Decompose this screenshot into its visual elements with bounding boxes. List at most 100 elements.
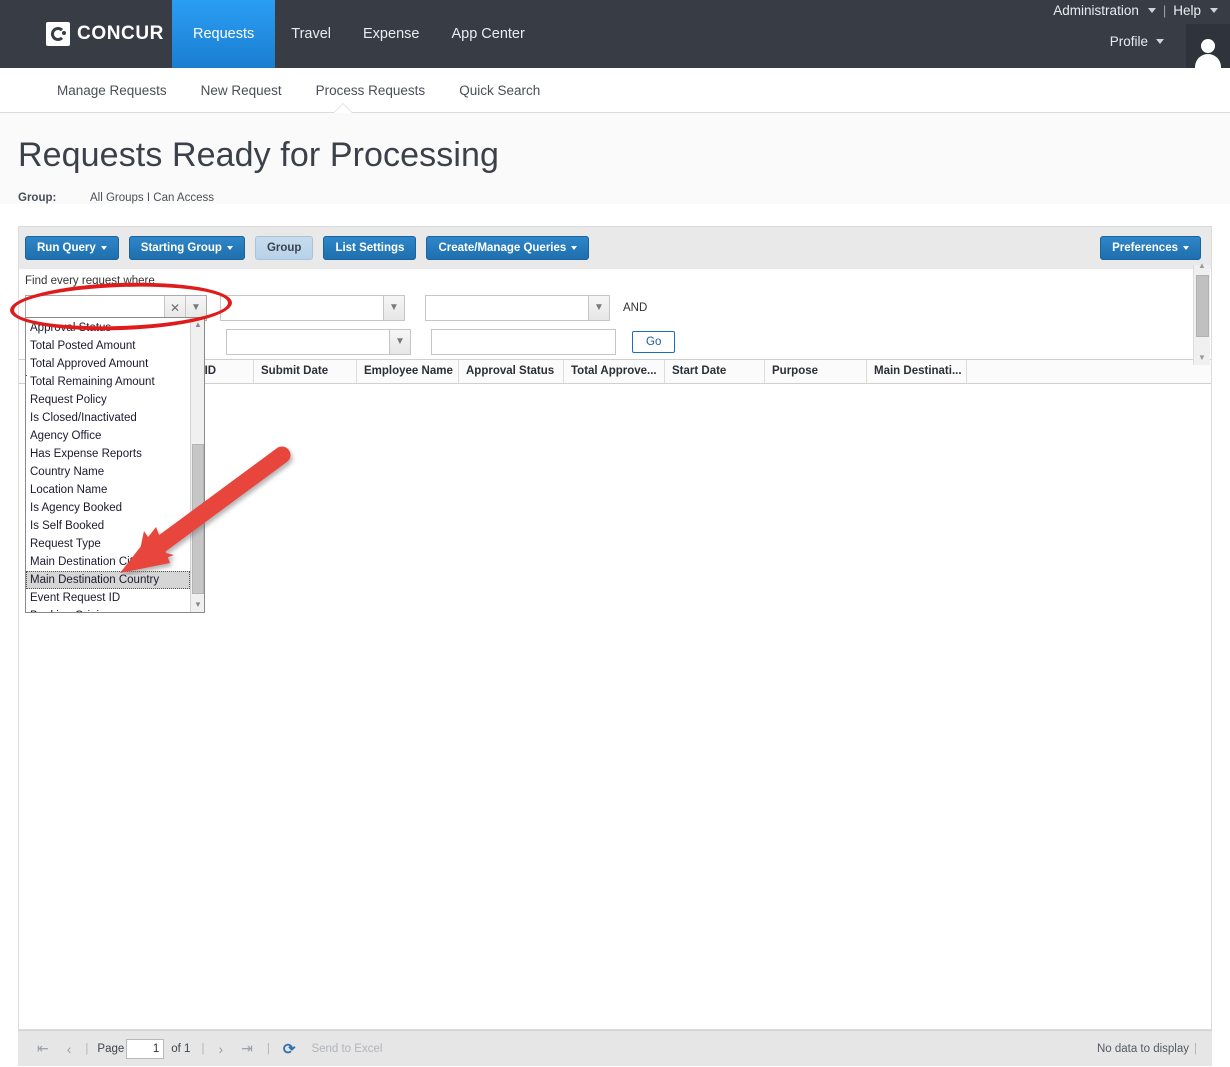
page-count-label: of 1 [171, 1042, 191, 1055]
scroll-down-arrow-icon[interactable]: ▼ [1194, 351, 1210, 365]
top-right-controls: Administration | Help Profile [960, 0, 1230, 71]
filter-operator-dropdown-button[interactable]: ▼ [383, 295, 404, 320]
group-value: All Groups I Can Access [90, 191, 214, 204]
nav-tab-requests[interactable]: Requests [172, 0, 276, 68]
group-button[interactable]: Group [254, 235, 314, 260]
pagination-footer: ⇤ ‹ | Page of 1 | › ⇥ | ⟳ Send to Excel … [18, 1030, 1212, 1066]
admin-help-row: Administration | Help [1053, 3, 1218, 18]
find-every-request-label: Find every request where [25, 274, 155, 287]
group-label: Group: [18, 191, 57, 204]
primary-nav-tabs: Requests Travel Expense App Center [172, 0, 541, 68]
dropdown-option-approval-status[interactable]: Approval Status [26, 319, 190, 337]
active-tab-pointer [334, 104, 352, 113]
go-button[interactable]: Go [632, 330, 676, 353]
scroll-down-arrow-icon[interactable]: ▼ [191, 597, 204, 612]
dropdown-option-booking-origin[interactable]: Booking Origin [26, 607, 190, 612]
divider: | [1194, 1042, 1197, 1055]
divider: | [201, 1042, 205, 1055]
send-to-excel-link[interactable]: Send to Excel [303, 1043, 382, 1055]
filter-criteria-dropdown-button[interactable]: ▼ [588, 295, 609, 320]
page-label: Page [97, 1042, 125, 1055]
top-navigation-bar: CONCUR Requests Travel Expense App Cente… [0, 0, 1230, 71]
nav-tab-app-center[interactable]: App Center [435, 0, 540, 68]
chevron-down-icon [571, 245, 578, 250]
subnav-item-process-requests[interactable]: Process Requests [299, 68, 443, 113]
dropdown-option-request-policy[interactable]: Request Policy [26, 391, 190, 409]
grid-column-submit-date[interactable]: Submit Date [254, 359, 357, 383]
nav-tab-travel[interactable]: Travel [275, 0, 347, 68]
grid-column-main-destination[interactable]: Main Destinati... [867, 359, 967, 383]
administration-menu[interactable]: Administration [1053, 3, 1139, 18]
dropdown-option-request-type[interactable]: Request Type [26, 535, 190, 553]
grid-status-text: No data to display [1096, 1042, 1189, 1055]
filter-field-dropdown-list[interactable]: Approval Status Total Posted Amount Tota… [25, 316, 205, 613]
chevron-down-icon[interactable] [1156, 39, 1164, 44]
create-manage-queries-button[interactable]: Create/Manage Queries [426, 235, 590, 260]
subnav-item-new-request[interactable]: New Request [184, 68, 299, 113]
next-page-icon[interactable]: › [209, 1041, 232, 1057]
dropdown-option-agency-office[interactable]: Agency Office [26, 427, 190, 445]
dropdown-option-total-posted-amount[interactable]: Total Posted Amount [26, 337, 190, 355]
dropdown-option-main-destination-city[interactable]: Main Destination City [26, 553, 190, 571]
grid-column-start-date[interactable]: Start Date [665, 359, 765, 383]
first-page-icon[interactable]: ⇤ [28, 1040, 58, 1057]
filter-operator-2-dropdown-button[interactable]: ▼ [389, 329, 410, 354]
refresh-icon[interactable]: ⟳ [275, 1040, 304, 1058]
dropdown-option-total-remaining-amount[interactable]: Total Remaining Amount [26, 373, 190, 391]
dropdown-option-location-name[interactable]: Location Name [26, 481, 190, 499]
filter-operator-input[interactable] [221, 295, 383, 320]
preferences-button[interactable]: Preferences [1100, 235, 1201, 260]
dropdown-scrollbar[interactable]: ▲ ▼ [190, 317, 204, 612]
run-query-button[interactable]: Run Query [25, 235, 119, 260]
user-avatar-icon [1193, 36, 1223, 71]
filter-area: Find every request where ✕ ▼ ▼ ▼ AND ▼ G… [19, 268, 1211, 613]
chevron-down-icon: ▼ [389, 301, 399, 313]
concur-logo[interactable]: CONCUR [0, 0, 164, 68]
filter-operator-input-2[interactable] [227, 329, 389, 354]
chevron-down-icon [226, 245, 233, 250]
dropdown-option-main-destination-country[interactable]: Main Destination Country [26, 570, 190, 589]
grid-column-approval-status[interactable]: Approval Status [459, 359, 564, 383]
divider: | [266, 1042, 270, 1055]
last-page-icon[interactable]: ⇥ [232, 1040, 262, 1057]
nav-tab-expense[interactable]: Expense [347, 0, 435, 68]
page-header: Requests Ready for Processing Group: All… [0, 113, 1230, 204]
dropdown-scrollbar-thumb[interactable] [192, 443, 204, 594]
filter-criteria-input-2[interactable] [432, 329, 615, 354]
filter-operator-combo[interactable]: ▼ [220, 294, 405, 321]
grid-column-purpose[interactable]: Purpose [765, 359, 867, 383]
dropdown-option-is-closed-inactivated[interactable]: Is Closed/Inactivated [26, 409, 190, 427]
filter-panel-scrollbar-thumb[interactable] [1196, 274, 1209, 337]
chevron-down-icon[interactable] [1147, 8, 1156, 13]
dropdown-option-has-expense-reports[interactable]: Has Expense Reports [26, 445, 190, 463]
filter-criteria-input[interactable] [426, 295, 588, 320]
group-row: Group: All Groups I Can Access [18, 192, 1230, 204]
dropdown-option-is-self-booked[interactable]: Is Self Booked [26, 517, 190, 535]
grid-column-employee-name[interactable]: Employee Name [357, 359, 459, 383]
avatar[interactable] [1186, 24, 1230, 71]
and-operator-label: AND [623, 301, 648, 314]
dropdown-option-total-approved-amount[interactable]: Total Approved Amount [26, 355, 190, 373]
help-menu[interactable]: Help [1173, 3, 1201, 18]
concur-logo-icon [46, 22, 70, 46]
dropdown-option-event-request-id[interactable]: Event Request ID [26, 589, 190, 607]
scroll-up-arrow-icon[interactable]: ▲ [1194, 259, 1210, 273]
subnav-item-quick-search[interactable]: Quick Search [442, 68, 557, 113]
starting-group-button[interactable]: Starting Group [128, 235, 245, 260]
filter-panel-scrollbar[interactable]: ▲ ▼ [1193, 261, 1210, 365]
chevron-down-icon[interactable] [1210, 8, 1218, 13]
previous-page-icon[interactable]: ‹ [58, 1041, 81, 1057]
profile-menu[interactable]: Profile [1110, 34, 1148, 49]
subnav-item-manage-requests[interactable]: Manage Requests [40, 68, 184, 113]
scroll-up-arrow-icon[interactable]: ▲ [191, 317, 204, 332]
page-number-input[interactable] [126, 1038, 165, 1059]
filter-criteria-combo-2[interactable] [431, 328, 616, 355]
dropdown-option-country-name[interactable]: Country Name [26, 463, 190, 481]
profile-row: Profile [1110, 34, 1164, 49]
filter-criteria-combo[interactable]: ▼ [425, 294, 610, 321]
dropdown-option-is-agency-booked[interactable]: Is Agency Booked [26, 499, 190, 517]
grid-column-total-approved[interactable]: Total Approve... [564, 359, 665, 383]
list-settings-button[interactable]: List Settings [323, 235, 417, 260]
dropdown-options-container: Approval Status Total Posted Amount Tota… [26, 318, 190, 612]
filter-operator-combo-2[interactable]: ▼ [226, 328, 411, 355]
